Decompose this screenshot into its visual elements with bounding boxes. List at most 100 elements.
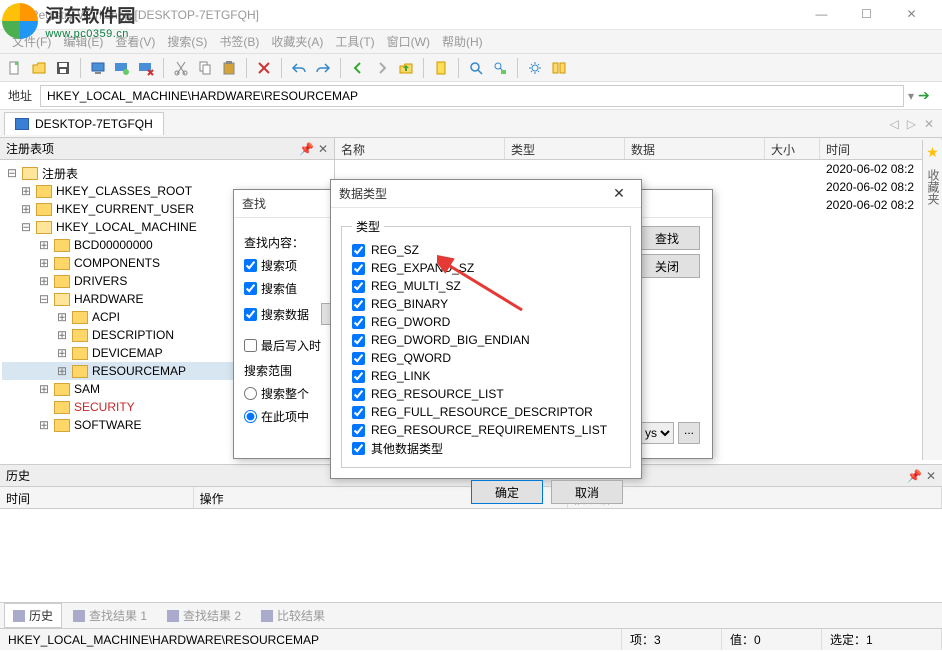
- remote-icon[interactable]: [111, 57, 133, 79]
- type-group-label: 类型: [352, 218, 384, 235]
- paste-icon[interactable]: [218, 57, 240, 79]
- find-replace-icon[interactable]: [489, 57, 511, 79]
- chk-reg-dword-be[interactable]: REG_DWORD_BIG_ENDIAN: [352, 331, 620, 349]
- scope-whole[interactable]: 搜索整个: [244, 385, 309, 402]
- menu-bookmark[interactable]: 书签(B): [213, 30, 265, 53]
- result-icon: [73, 610, 85, 622]
- ok-button[interactable]: 确定: [471, 480, 543, 504]
- opt-search-data[interactable]: 搜索数据: [244, 306, 309, 323]
- scope-label: 搜索范围: [244, 362, 292, 379]
- tab-strip: DESKTOP-7ETGFQH ◁ ▷ ✕: [0, 110, 942, 138]
- chk-reg-link[interactable]: REG_LINK: [352, 367, 620, 385]
- chk-reg-resource-req[interactable]: REG_RESOURCE_REQUIREMENTS_LIST: [352, 421, 620, 439]
- tree-panel-title: 注册表项: [6, 140, 295, 157]
- type-dialog-close-icon[interactable]: ✕: [605, 185, 633, 202]
- chk-reg-qword[interactable]: REG_QWORD: [352, 349, 620, 367]
- folder-icon: [54, 383, 70, 396]
- menu-window[interactable]: 窗口(W): [381, 30, 436, 53]
- menu-favorites[interactable]: 收藏夹(A): [265, 30, 329, 53]
- col-name[interactable]: 名称: [335, 138, 505, 159]
- folder-icon: [54, 401, 70, 414]
- more-button[interactable]: ...: [678, 422, 700, 444]
- tree-root[interactable]: ⊟注册表: [2, 164, 332, 182]
- tab-label: DESKTOP-7ETGFQH: [35, 117, 153, 131]
- status-items: 项：3: [622, 629, 722, 650]
- menu-help[interactable]: 帮助(H): [436, 30, 489, 53]
- btab-result1[interactable]: 查找结果 1: [64, 603, 156, 628]
- delete-icon[interactable]: [253, 57, 275, 79]
- bookmark-icon[interactable]: [430, 57, 452, 79]
- chk-reg-multi-sz[interactable]: REG_MULTI_SZ: [352, 277, 620, 295]
- opt-last-write[interactable]: 最后写入时: [244, 337, 321, 354]
- open-icon[interactable]: [28, 57, 50, 79]
- menu-view[interactable]: 查看(V): [109, 30, 161, 53]
- chk-reg-full-resource[interactable]: REG_FULL_RESOURCE_DESCRIPTOR: [352, 403, 620, 421]
- menu-tools[interactable]: 工具(T): [329, 30, 380, 53]
- undo-icon[interactable]: [288, 57, 310, 79]
- new-file-icon[interactable]: [4, 57, 26, 79]
- menu-file[interactable]: 文件(F): [6, 30, 57, 53]
- close-search-button[interactable]: 关闭: [634, 254, 700, 278]
- menu-edit[interactable]: 编辑(E): [57, 30, 109, 53]
- panel-close-icon[interactable]: ✕: [926, 469, 936, 483]
- col-type[interactable]: 类型: [505, 138, 625, 159]
- settings-icon[interactable]: [524, 57, 546, 79]
- save-icon[interactable]: [52, 57, 74, 79]
- chk-reg-expand-sz[interactable]: REG_EXPAND_SZ: [352, 259, 620, 277]
- btab-result2[interactable]: 查找结果 2: [158, 603, 250, 628]
- panel-close-icon[interactable]: ✕: [318, 142, 328, 156]
- local-icon[interactable]: [87, 57, 109, 79]
- maximize-button[interactable]: ☐: [844, 0, 889, 29]
- status-bar: HKEY_LOCAL_MACHINE\HARDWARE\RESOURCEMAP …: [0, 628, 942, 650]
- favorites-label: 收藏夹: [923, 165, 942, 209]
- chk-other[interactable]: 其他数据类型: [352, 439, 620, 457]
- minimize-button[interactable]: —: [799, 0, 844, 29]
- find-icon[interactable]: [465, 57, 487, 79]
- star-icon: ★: [923, 140, 942, 165]
- pin-icon[interactable]: 📌: [299, 142, 314, 156]
- history-list[interactable]: [0, 509, 942, 602]
- chk-reg-resource-list[interactable]: REG_RESOURCE_LIST: [352, 385, 620, 403]
- disconnect-icon[interactable]: [135, 57, 157, 79]
- find-button[interactable]: 查找: [634, 226, 700, 250]
- col-data[interactable]: 数据: [625, 138, 765, 159]
- folder-icon: [36, 185, 52, 198]
- tab-close[interactable]: ✕: [920, 117, 938, 131]
- tab-prev[interactable]: ◁: [885, 117, 902, 131]
- chk-reg-binary[interactable]: REG_BINARY: [352, 295, 620, 313]
- menu-bar: 文件(F) 编辑(E) 查看(V) 搜索(S) 书签(B) 收藏夹(A) 工具(…: [0, 30, 942, 54]
- pin-icon[interactable]: 📌: [907, 469, 922, 483]
- address-label: 地址: [4, 87, 36, 104]
- cancel-button[interactable]: 取消: [551, 480, 623, 504]
- copy-icon[interactable]: [194, 57, 216, 79]
- address-go-icon[interactable]: ➔: [918, 87, 938, 104]
- col-size[interactable]: 大小: [765, 138, 820, 159]
- btab-compare[interactable]: 比较结果: [252, 603, 334, 628]
- chk-reg-sz[interactable]: REG_SZ: [352, 241, 620, 259]
- tree-panel-header: 注册表项 📌 ✕: [0, 138, 334, 160]
- address-input[interactable]: [40, 85, 904, 107]
- cut-icon[interactable]: [170, 57, 192, 79]
- back-icon[interactable]: [347, 57, 369, 79]
- tab-computer[interactable]: DESKTOP-7ETGFQH: [4, 112, 164, 135]
- btab-history[interactable]: 历史: [4, 603, 62, 628]
- value-list-header: 名称 类型 数据 大小 时间: [335, 138, 942, 160]
- type-group: 类型 REG_SZ REG_EXPAND_SZ REG_MULTI_SZ REG…: [341, 218, 631, 468]
- scope-here[interactable]: 在此项中: [244, 408, 309, 425]
- up-icon[interactable]: [395, 57, 417, 79]
- chk-reg-dword[interactable]: REG_DWORD: [352, 313, 620, 331]
- opt-search-key[interactable]: 搜索项: [244, 257, 297, 274]
- compare-icon[interactable]: [548, 57, 570, 79]
- folder-icon: [54, 239, 70, 252]
- hist-col-time[interactable]: 时间: [0, 487, 194, 508]
- tab-next[interactable]: ▷: [903, 117, 920, 131]
- menu-search[interactable]: 搜索(S): [161, 30, 213, 53]
- status-values: 值：0: [722, 629, 822, 650]
- forward-icon[interactable]: [371, 57, 393, 79]
- close-button[interactable]: ✕: [889, 0, 934, 29]
- opt-search-value[interactable]: 搜索值: [244, 280, 297, 297]
- redo-icon[interactable]: [312, 57, 334, 79]
- list-item[interactable]: 2020-06-02 08:2: [335, 160, 942, 178]
- unit-select[interactable]: ys: [640, 422, 674, 444]
- favorites-strip[interactable]: ★ 收藏夹: [922, 140, 942, 460]
